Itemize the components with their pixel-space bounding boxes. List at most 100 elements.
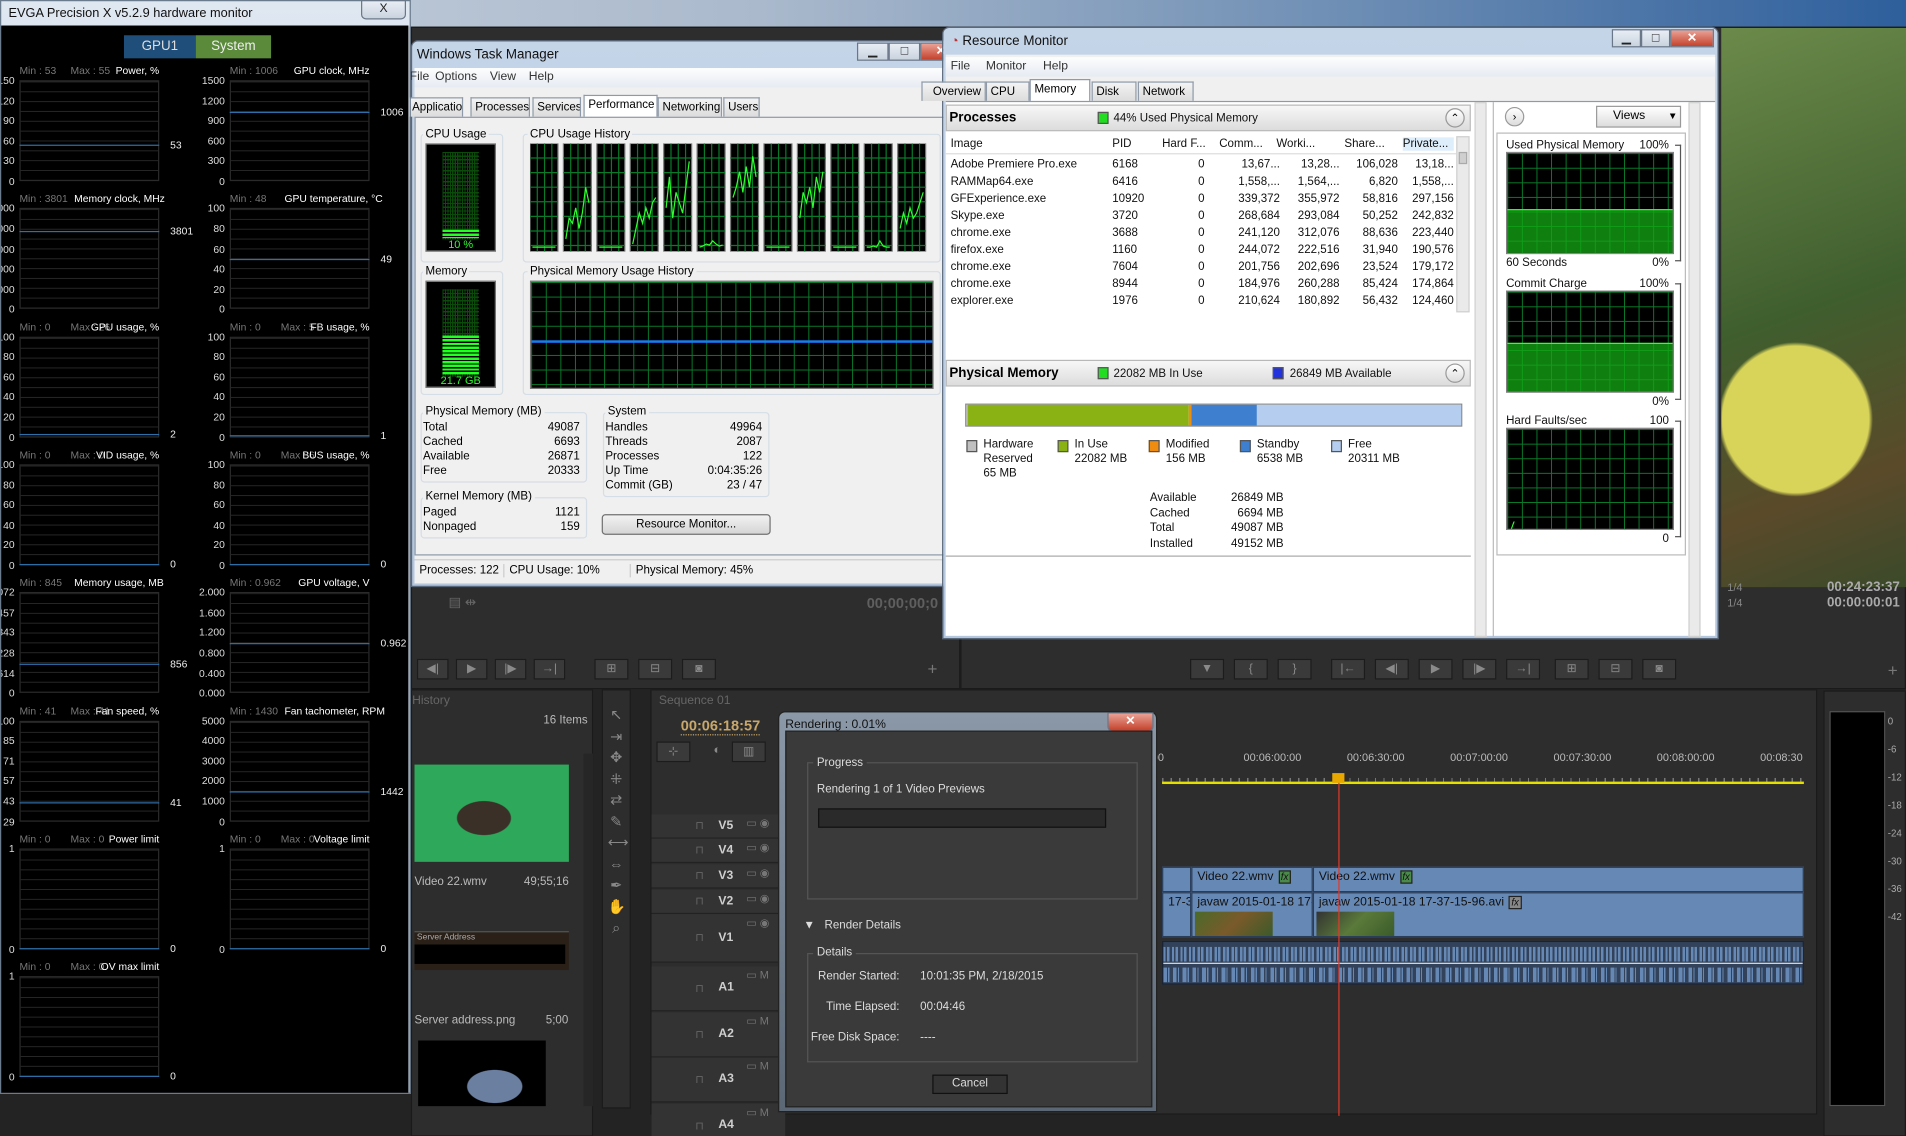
menu-file[interactable]: File [951, 60, 971, 73]
graph-plot[interactable] [229, 336, 370, 438]
column-header[interactable]: Share... [1344, 137, 1397, 150]
project-item-name[interactable]: Video 22.wmv [415, 875, 487, 888]
toggle-output-icon[interactable]: ▭ ◉ [746, 867, 769, 880]
step-forward-button[interactable]: |▶ [1462, 658, 1497, 680]
close-button[interactable]: ✕ [1670, 29, 1714, 48]
menu-view[interactable]: View [490, 71, 516, 84]
clip[interactable]: Video 22.wmv fx [1191, 866, 1313, 893]
clip[interactable]: javaw 2015-01-18 17-3 [1191, 892, 1313, 938]
step-forward-button[interactable]: |▶ [494, 658, 527, 680]
mark-in-button[interactable]: { [1233, 658, 1268, 680]
close-button[interactable]: X [361, 0, 406, 20]
cancel-button[interactable]: Cancel [932, 1074, 1008, 1095]
table-row[interactable]: chrome.exe 8944 0 184,976 260,288 85,424 174,8… [946, 277, 1457, 294]
column-header[interactable]: Private... [1402, 137, 1454, 151]
track-header-a1[interactable]: ⊓ A1 ▭ M [651, 966, 786, 1012]
table-row[interactable]: chrome.exe 3688 0 241,120 312,076 88,636 223,4… [946, 226, 1457, 243]
graph-plot[interactable] [19, 592, 160, 694]
clip[interactable]: 17-37 [1162, 892, 1192, 938]
camera-icon[interactable]: ◙ [681, 658, 716, 680]
track-header-a4[interactable]: ⊓ A4 ▭ M [651, 1103, 786, 1136]
graph-plot[interactable] [19, 464, 160, 566]
table-row[interactable]: firefox.exe 1160 0 244,072 222,516 31,940 190,… [946, 243, 1457, 260]
maximize-button[interactable]: □ [1641, 29, 1671, 48]
lock-icon[interactable]: ⊓ [695, 844, 704, 857]
right-pane-scrollbar[interactable] [1688, 102, 1701, 637]
mute-icon[interactable]: ▭ M [746, 1106, 769, 1119]
toggle-output-icon[interactable]: ▭ ◉ [746, 817, 769, 830]
menu-file[interactable]: File [410, 71, 430, 84]
tab-networking[interactable]: Networking [657, 97, 723, 117]
graph-plot[interactable] [229, 464, 370, 566]
menu-help[interactable]: Help [529, 71, 554, 84]
track-header-v5[interactable]: ⊓ V5 ▭ ◉ [651, 814, 786, 839]
lock-icon[interactable]: ⊓ [695, 982, 704, 995]
tab-disk[interactable]: Disk [1091, 81, 1137, 101]
clip[interactable]: javaw 2015-01-18 17-37-15-96.avi fx [1312, 892, 1804, 938]
export-frame-button[interactable]: ◙ [1642, 658, 1677, 680]
timeline-timecode[interactable]: 00:06:18:57 [680, 717, 761, 736]
tab-history[interactable]: History [412, 694, 450, 707]
menu-help[interactable]: Help [1043, 60, 1068, 73]
project-scrollbar[interactable] [583, 753, 594, 1107]
track-header-v2[interactable]: ⊓ V2 ▭ ◉ [651, 889, 786, 915]
lock-icon[interactable]: ⊓ [695, 1073, 704, 1086]
go-to-out-button[interactable]: →| [1506, 658, 1541, 680]
lift-button[interactable]: ⊞ [1554, 658, 1589, 680]
graph-plot[interactable] [19, 848, 160, 950]
resolution-select-1[interactable]: 1/4 [1727, 581, 1742, 593]
add-button[interactable]: + [927, 659, 937, 678]
scroll-thumb[interactable] [1458, 151, 1468, 165]
graph-plot[interactable] [19, 80, 160, 182]
tab-memory[interactable]: Memory [1029, 79, 1091, 103]
lock-icon[interactable]: ⊓ [695, 895, 704, 908]
toggle-output-icon[interactable]: ▭ ◉ [746, 917, 769, 930]
overwrite-button[interactable]: ⊟ [638, 658, 673, 680]
lock-icon[interactable]: ⊓ [695, 931, 704, 944]
tab-system[interactable]: System [195, 35, 272, 59]
views-dropdown[interactable]: Views ▼ [1596, 105, 1682, 128]
graph-plot[interactable] [19, 336, 160, 438]
track-header-a3[interactable]: ⊓ A3 ▭ M [651, 1057, 786, 1103]
lock-icon[interactable]: ⊓ [695, 1028, 704, 1041]
table-row[interactable]: Skype.exe 3720 0 268,684 293,084 50,252 242,83… [946, 209, 1457, 226]
column-header[interactable]: Worki... [1276, 137, 1339, 150]
play-button[interactable]: ▶ [455, 658, 488, 680]
resource-monitor-button[interactable]: Resource Monitor... [601, 514, 771, 535]
tab-gpu1[interactable]: GPU1 [123, 35, 196, 59]
graph-plot[interactable] [229, 80, 370, 182]
add-marker-button[interactable]: ▥ [731, 741, 766, 763]
column-header[interactable]: PID [1112, 137, 1161, 150]
left-pane-scrollbar[interactable] [1474, 102, 1487, 637]
go-to-out-button[interactable]: →| [533, 658, 566, 680]
extract-button[interactable]: ⊟ [1598, 658, 1633, 680]
minimize-button[interactable]: ▁ [1611, 29, 1642, 48]
resolution-select-2[interactable]: 1/4 [1727, 597, 1742, 609]
collapse-button[interactable]: ⌃ [1445, 108, 1465, 128]
add-marker-button[interactable]: ▼ [1190, 658, 1225, 680]
table-row[interactable]: explorer.exe 1976 0 210,624 180,892 56,432 124… [946, 294, 1457, 311]
timeline-ruler[interactable]: 00:05:30:0000:06:00:0000:06:30:0000:07:0… [1106, 751, 1804, 785]
image-thumbnail[interactable]: Server Address [414, 931, 569, 971]
render-details-toggle[interactable]: ▼ Render Details [803, 919, 900, 932]
table-row[interactable]: Adobe Premiere Pro.exe 6168 0 13,67... 13,28… [946, 158, 1457, 175]
add-button[interactable]: + [1888, 660, 1898, 679]
mute-icon[interactable]: ▭ M [746, 969, 769, 982]
toggle-output-icon[interactable]: ▭ ◉ [746, 892, 769, 905]
processes-header[interactable]: Processes 44% Used Physical Memory ⌃ [945, 104, 1471, 132]
graph-plot[interactable] [19, 720, 160, 822]
track-header-v3[interactable]: ⊓ V3 ▭ ◉ [651, 864, 786, 889]
clip[interactable] [1162, 866, 1192, 893]
linked-selection-button[interactable]: ◐ [700, 741, 734, 759]
tab-services[interactable]: Services [532, 97, 582, 117]
collapse-button[interactable]: ⌃ [1445, 363, 1465, 383]
third-thumbnail[interactable] [418, 1040, 546, 1107]
video-thumbnail[interactable] [414, 764, 569, 862]
lock-icon[interactable]: ⊓ [695, 869, 704, 882]
playhead-handle[interactable] [1332, 773, 1345, 783]
lock-icon[interactable]: ⊓ [695, 819, 704, 832]
go-to-in-button[interactable]: |← [1331, 658, 1366, 680]
maximize-button[interactable]: □ [888, 42, 921, 61]
tab-processes[interactable]: Processes [470, 97, 530, 117]
audio-clip-a1[interactable] [1162, 940, 1804, 985]
